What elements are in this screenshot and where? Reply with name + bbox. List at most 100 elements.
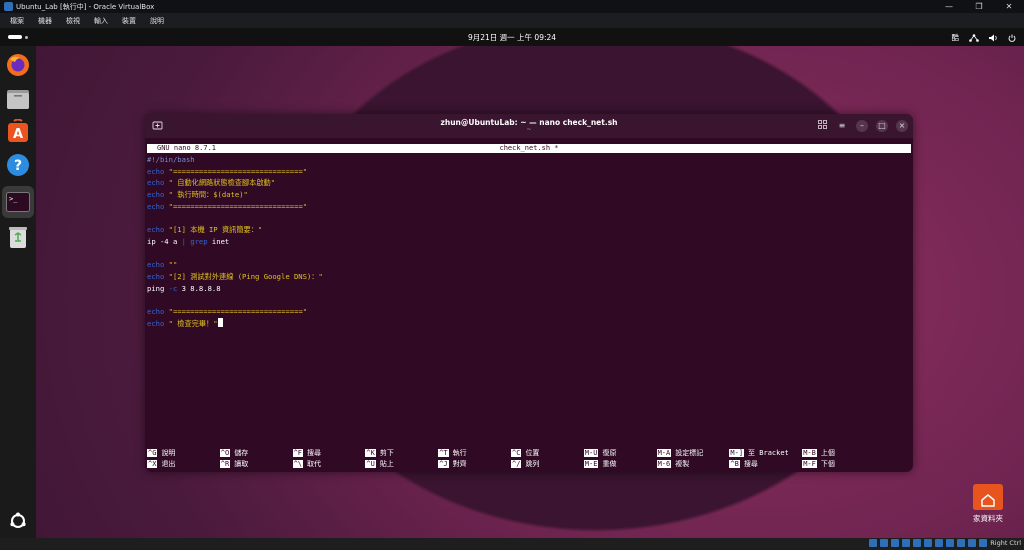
code-line[interactable]: echo " 執行時間：$(date)" (147, 189, 248, 200)
terminal-headerbar[interactable]: zhun@UbuntuLab: ~ — nano check_net.sh ~ … (145, 114, 913, 138)
input-method-indicator[interactable]: 酷 (952, 32, 960, 43)
code-line[interactable]: ip -4 a | grep inet (147, 236, 229, 247)
shortcut-item: M-F 下個 (802, 459, 835, 469)
shortcut-item: M-E 重做 (583, 459, 616, 469)
shortcut-key: ^G (147, 449, 158, 457)
shortcut-key: ^U (365, 460, 376, 468)
menu-file[interactable]: 檔案 (10, 16, 24, 26)
shortcut-item: ^C 位置 (511, 448, 539, 458)
minimize-icon[interactable]: – (856, 120, 868, 132)
shortcut-label: 至 Bracket (748, 449, 789, 457)
maximize-button[interactable]: ❐ (964, 2, 994, 11)
app-center-icon[interactable]: A (5, 118, 31, 144)
code-keyword: echo (147, 166, 165, 176)
code-line[interactable]: echo "==============================" (147, 166, 307, 177)
code-keyword: grep (190, 236, 208, 246)
code-operator: | (181, 236, 191, 246)
vbox-titlebar: Ubuntu_Lab [執行中] - Oracle VirtualBox — ❐… (0, 0, 1024, 13)
tabs-overview-icon[interactable] (816, 120, 828, 132)
keyboard-status-icon[interactable] (979, 539, 988, 547)
code-string: "==============================" (168, 307, 308, 317)
code-keyword: echo (147, 201, 165, 211)
code-line[interactable]: echo "==============================" (147, 306, 307, 317)
show-apps-icon[interactable] (5, 508, 31, 534)
menu-devices[interactable]: 裝置 (122, 16, 136, 26)
hamburger-menu-icon[interactable]: ≡ (836, 120, 848, 132)
clock[interactable]: 9月21日 週一 上午 09:24 (0, 32, 1024, 43)
minimize-button[interactable]: — (934, 2, 964, 11)
shortcut-item: ^O 儲存 (219, 448, 248, 458)
code-line[interactable]: echo "" (147, 259, 177, 270)
top-panel: 9月21日 週一 上午 09:24 酷 (0, 28, 1024, 46)
vbox-menubar: 檔案 機器 檢視 輸入 裝置 說明 (0, 13, 1024, 28)
close-button[interactable]: ✕ (994, 2, 1024, 11)
shortcut-item: ^J 對齊 (438, 459, 467, 469)
recording-status-icon[interactable] (946, 539, 955, 547)
menu-help[interactable]: 說明 (150, 16, 164, 26)
shortcut-label: 複製 (675, 460, 690, 468)
code-text: 3 8.8.8.8 (177, 283, 221, 293)
vbox-statusbar: Right Ctrl (0, 538, 1024, 550)
code-text: ip -4 a (147, 236, 182, 246)
host-key-label: Right Ctrl (990, 539, 1021, 547)
shortcut-key: ^O (219, 449, 231, 457)
display-status-icon[interactable] (935, 539, 944, 547)
hdd-status-icon[interactable] (869, 539, 878, 547)
shortcut-key: ^R (219, 460, 231, 468)
network-status-icon[interactable] (902, 539, 911, 547)
code-line[interactable]: echo "[2] 測試對外連線 (Ping Google DNS)：" (147, 271, 323, 282)
shortcut-key: ^X (147, 460, 158, 468)
svg-text:A: A (13, 127, 23, 142)
terminal-icon[interactable]: >_ (2, 186, 34, 218)
shortcut-item: ^G 說明 (147, 448, 175, 458)
optical-status-icon[interactable] (880, 539, 889, 547)
code-line[interactable]: echo "==============================" (147, 201, 307, 212)
trash-icon[interactable] (5, 224, 31, 250)
files-icon[interactable] (5, 86, 31, 112)
shortcut-key: ^C (511, 449, 522, 457)
shortcut-item: M-B 上個 (802, 448, 835, 458)
menu-machine[interactable]: 機器 (38, 16, 52, 26)
terminal-window[interactable]: zhun@UbuntuLab: ~ — nano check_net.sh ~ … (145, 114, 913, 472)
help-icon[interactable]: ? (5, 152, 31, 178)
code-text: ping (147, 283, 169, 293)
code-keyword: echo (147, 225, 165, 235)
code-comment: #!/bin/bash (147, 155, 195, 164)
system-tray[interactable]: 酷 (952, 32, 1017, 43)
code-line[interactable]: echo " 自動化網路狀態檢查腳本啟動" (147, 177, 275, 188)
code-line[interactable]: #!/bin/bash (147, 154, 195, 165)
maximize-icon[interactable]: □ (876, 120, 888, 132)
audio-status-icon[interactable] (891, 539, 900, 547)
code-line[interactable]: ping -c 3 8.8.8.8 (147, 283, 221, 294)
nano-editor[interactable]: GNU nano 8.7.1 check_net.sh * #!/bin/bas… (145, 144, 913, 472)
shortcut-item: ^R 讀取 (219, 459, 248, 469)
menu-view[interactable]: 檢視 (66, 16, 80, 26)
code-string: " 檢查完畢！" (168, 318, 218, 328)
code-string: "==============================" (168, 166, 308, 176)
close-icon[interactable]: × (896, 120, 908, 132)
shortcut-label: 下個 (820, 460, 835, 468)
code-text: inet (207, 236, 230, 246)
menu-input[interactable]: 輸入 (94, 16, 108, 26)
cpu-status-icon[interactable] (957, 539, 966, 547)
svg-text:?: ? (14, 158, 22, 174)
code-line[interactable]: echo "[1] 本機 IP 資訊簡要：" (147, 224, 262, 235)
shortcut-label: 剪下 (379, 449, 394, 457)
home-folder-icon[interactable]: 家資料夾 (968, 484, 1008, 524)
shortcut-label: 貼上 (379, 460, 394, 468)
shortcut-label: 跳列 (525, 460, 540, 468)
shortcut-item: M-A 設定標記 (656, 448, 703, 458)
code-line[interactable]: echo " 檢查完畢！" (147, 317, 223, 329)
code-keyword: echo (147, 307, 165, 317)
code-string: "[1] 本機 IP 資訊簡要：" (168, 225, 263, 235)
mouse-status-icon[interactable] (968, 539, 977, 547)
shortcut-item: ^K 剪下 (365, 448, 394, 458)
shortcut-label: 對齊 (452, 460, 467, 468)
shortcut-key: M-F (802, 460, 817, 468)
firefox-icon[interactable] (5, 52, 31, 78)
shared-folder-status-icon[interactable] (924, 539, 933, 547)
usb-status-icon[interactable] (913, 539, 922, 547)
shortcut-item: ^X 退出 (147, 459, 175, 469)
shortcut-key: ^\ (292, 460, 304, 468)
shortcut-key: ^/ (511, 460, 522, 468)
